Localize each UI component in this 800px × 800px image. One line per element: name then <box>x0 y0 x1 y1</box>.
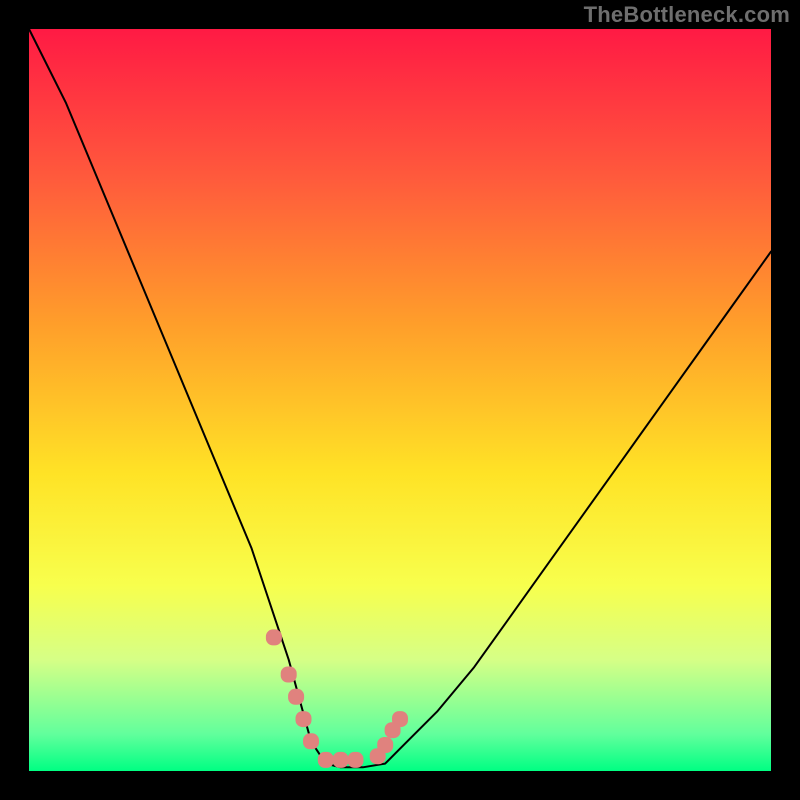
highlight-marker <box>392 711 408 727</box>
highlight-marker <box>296 711 312 727</box>
highlight-marker <box>281 667 297 683</box>
highlight-marker <box>333 752 349 768</box>
highlight-marker <box>318 752 334 768</box>
highlight-marker <box>348 752 364 768</box>
highlight-marker <box>303 733 319 749</box>
watermark: TheBottleneck.com <box>584 2 790 28</box>
highlight-marker <box>266 629 282 645</box>
highlight-markers <box>266 629 408 768</box>
bottleneck-curve <box>29 29 771 767</box>
highlight-marker <box>377 737 393 753</box>
chart-svg <box>29 29 771 771</box>
chart-container: TheBottleneck.com <box>0 0 800 800</box>
highlight-marker <box>288 689 304 705</box>
plot-area <box>29 29 771 771</box>
